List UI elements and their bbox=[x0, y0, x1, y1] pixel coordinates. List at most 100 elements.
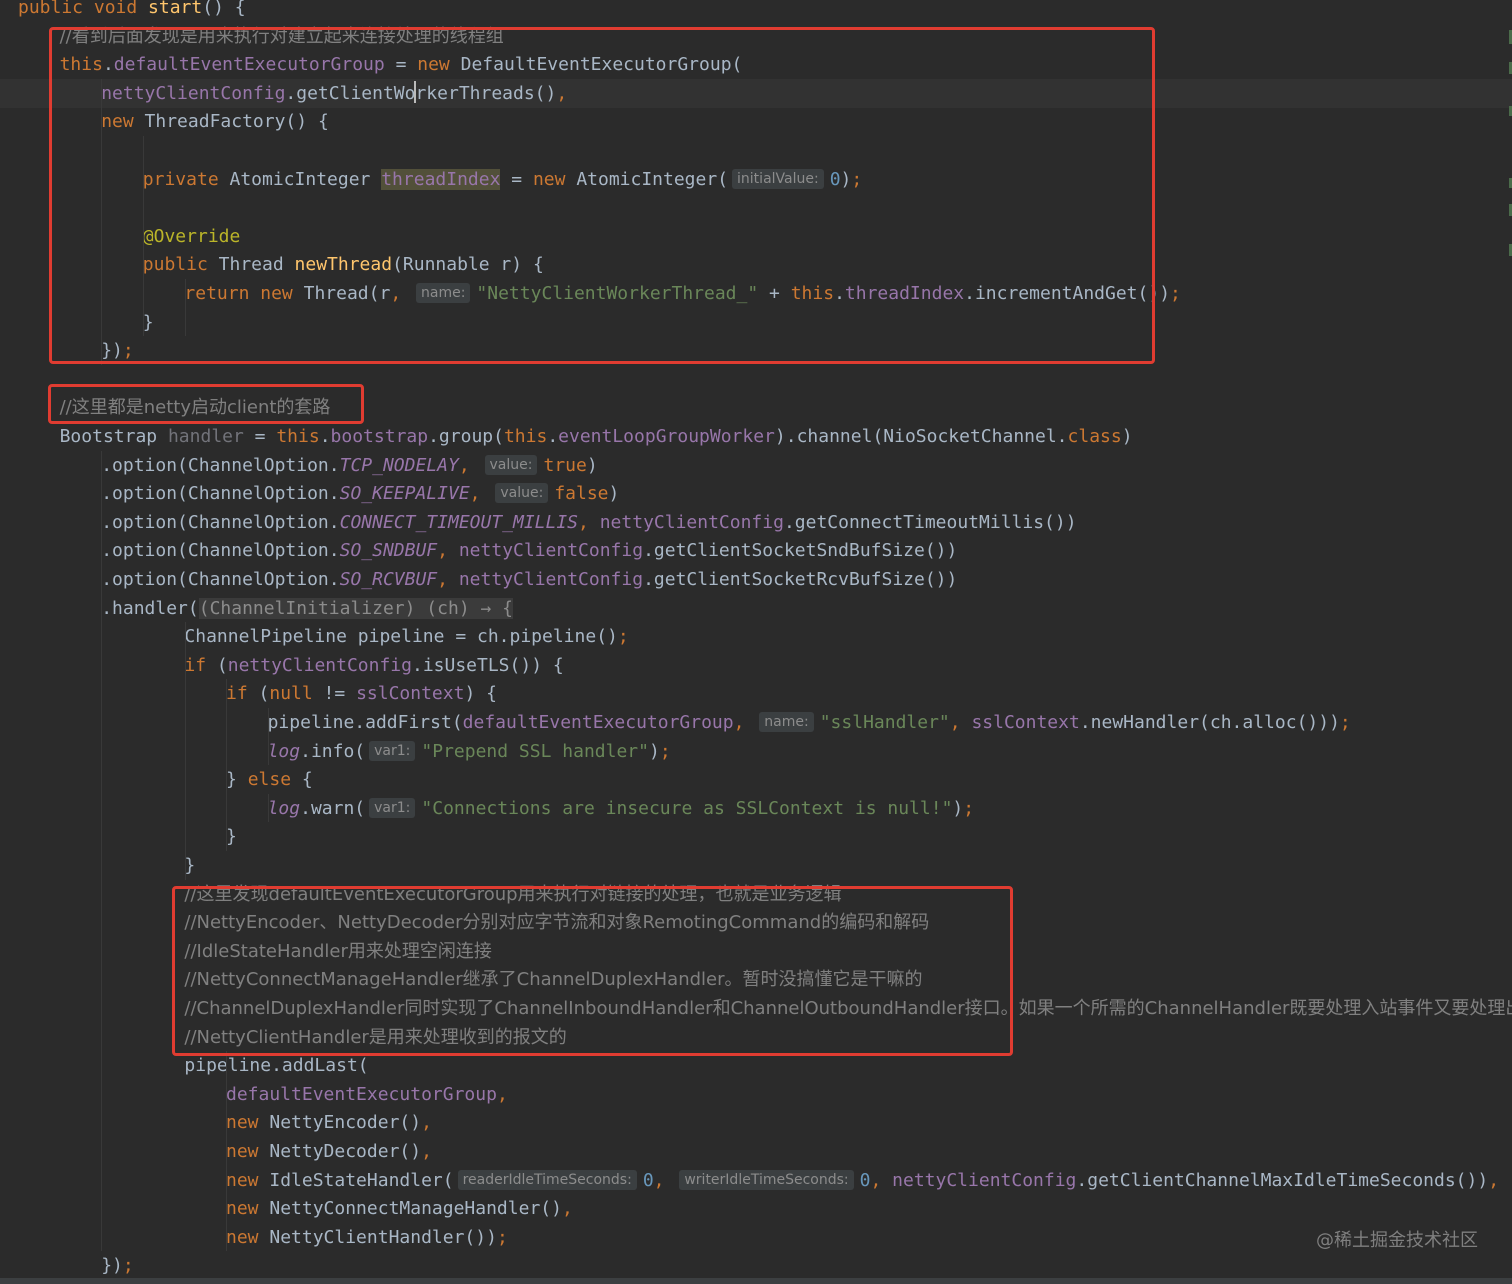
code-token: TCP_NODELAY bbox=[339, 454, 459, 476]
code-token: @Override bbox=[142, 225, 241, 247]
code-token: () { bbox=[202, 0, 246, 18]
code-token: .group( bbox=[428, 426, 504, 447]
parameter-hint: name: bbox=[416, 283, 471, 303]
code-token: .warn( bbox=[300, 797, 366, 819]
code-token: , bbox=[496, 1083, 508, 1105]
code-comment: //看到后面发现是用来执行对建立起来连接处理的线程组 bbox=[59, 25, 504, 47]
code-token: .option(ChannelOption. bbox=[101, 569, 340, 590]
parameter-hint: readerIdleTimeSeconds: bbox=[457, 1169, 637, 1190]
code-comment: //NettyEncoder、NettyDecoder分别对应字节流和对象Rem… bbox=[184, 912, 930, 934]
code-token: true bbox=[543, 454, 587, 476]
code-token: , bbox=[578, 511, 600, 533]
code-token: ( bbox=[216, 654, 228, 676]
code-token: CONNECT_TIMEOUT_MILLIS bbox=[339, 511, 579, 533]
code-token: nettyClientConfig bbox=[458, 540, 644, 562]
code-token: Thread bbox=[218, 254, 295, 276]
code-token: null bbox=[269, 683, 324, 705]
code-token: ) bbox=[586, 454, 598, 476]
code-token: } bbox=[142, 311, 154, 333]
code-token: . bbox=[834, 283, 845, 304]
code-token: ; bbox=[851, 168, 863, 190]
code-editor[interactable]: public void start() {//看到后面发现是用来执行对建立起来连… bbox=[0, 0, 1512, 1284]
code-token: ChannelPipeline pipeline = ch.pipeline() bbox=[184, 626, 618, 648]
indent-guide bbox=[268, 708, 269, 766]
code-token: ; bbox=[617, 626, 629, 648]
code-token: .isUseTLS()) { bbox=[411, 654, 564, 676]
parameter-hint: value: bbox=[484, 454, 538, 475]
code-token: . bbox=[102, 54, 114, 76]
code-token: .getClientSocketSndBufSize()) bbox=[643, 540, 958, 562]
code-token: nettyClientConfig bbox=[892, 1169, 1077, 1191]
code-token: .newHandler(ch.alloc())) bbox=[1079, 712, 1340, 733]
code-token: ) { bbox=[464, 683, 497, 705]
code-token: , bbox=[561, 1198, 573, 1220]
code-token: this bbox=[790, 283, 835, 304]
code-token: eventLoopGroupWorker bbox=[558, 426, 775, 447]
code-token: ; bbox=[496, 1226, 508, 1248]
code-token: . bbox=[547, 426, 559, 447]
code-token: = bbox=[243, 426, 277, 447]
code-token: NettyDecoder() bbox=[269, 1141, 422, 1162]
code-token: = bbox=[500, 168, 533, 190]
code-token: DefaultEventExecutorGroup( bbox=[460, 54, 743, 76]
code-token: nettyClientConfig bbox=[227, 654, 412, 676]
code-token: this bbox=[276, 426, 320, 447]
code-token: } bbox=[226, 826, 237, 848]
code-token: , bbox=[653, 1169, 676, 1191]
indent-guide bbox=[101, 450, 102, 1252]
code-token: defaultEventExecutorGroup bbox=[462, 712, 734, 733]
code-token: log bbox=[267, 797, 301, 819]
code-token: SO_RCVBUF bbox=[339, 569, 438, 590]
code-token: new bbox=[226, 1198, 270, 1220]
code-token: new bbox=[226, 1169, 270, 1191]
code-token: .getClientChannelMaxIdleTimeSeconds()) bbox=[1076, 1169, 1489, 1191]
code-token: "sslHandler" bbox=[819, 712, 950, 733]
code-token: class bbox=[1067, 426, 1122, 447]
code-token: public void bbox=[18, 0, 149, 18]
indent-guide bbox=[101, 78, 102, 365]
code-token: AtomicInteger( bbox=[576, 168, 729, 190]
code-token: , bbox=[390, 283, 412, 304]
code-token: ( bbox=[258, 683, 270, 705]
code-line[interactable]: nettyClientConfig.getClientWorkerThreads… bbox=[0, 78, 1512, 108]
code-token: nettyClientConfig bbox=[101, 82, 286, 104]
code-token: "NettyClientWorkerThread_" bbox=[476, 283, 759, 304]
code-comment: //NettyClientHandler是用来处理收到的报文的 bbox=[184, 1026, 567, 1048]
code-token: ; bbox=[122, 1255, 134, 1277]
code-token: SO_SNDBUF bbox=[339, 540, 438, 562]
code-comment: //这里发现defaultEventExecutorGroup用来执行对链接的处… bbox=[184, 883, 842, 905]
scrollbar-markers bbox=[1508, 0, 1512, 1284]
code-token: , bbox=[556, 82, 568, 104]
code-token: else bbox=[247, 769, 302, 791]
code-token: NettyEncoder() bbox=[269, 1112, 422, 1134]
code-token: this bbox=[59, 54, 103, 76]
code-token: }) bbox=[101, 340, 123, 362]
code-token: ; bbox=[122, 340, 134, 362]
code-token: sslContext bbox=[971, 712, 1080, 733]
code-token: }) bbox=[101, 1255, 123, 1277]
code-token: , bbox=[1488, 1169, 1500, 1191]
indent-guide bbox=[226, 1051, 227, 1252]
code-token: threadIndex bbox=[844, 283, 965, 304]
code-token: public bbox=[142, 254, 219, 276]
code-token: ThreadFactory() { bbox=[144, 111, 329, 133]
indent-guide bbox=[226, 679, 227, 851]
code-token: Bootstrap bbox=[59, 426, 168, 447]
code-token: .getClientWo bbox=[285, 82, 416, 104]
code-token: + bbox=[758, 283, 791, 304]
code-token: (Runnable r) { bbox=[392, 254, 544, 276]
code-comment: //NettyConnectManageHandler继承了ChannelDup… bbox=[184, 969, 923, 991]
parameter-hint: var1: bbox=[369, 797, 416, 818]
code-token: , bbox=[949, 712, 972, 733]
code-token: .handler( bbox=[101, 597, 199, 619]
code-token: = bbox=[384, 54, 418, 76]
code-token: this bbox=[503, 426, 548, 447]
code-token: ; bbox=[1170, 283, 1181, 304]
code-comment: //ChannelDuplexHandler同时实现了ChannelInboun… bbox=[184, 998, 1512, 1019]
parameter-hint: var1: bbox=[369, 740, 416, 761]
code-token: .info( bbox=[300, 740, 366, 762]
code-token: , bbox=[421, 1141, 432, 1162]
indent-guide bbox=[143, 136, 144, 337]
indent-guide bbox=[268, 793, 269, 823]
code-token: , bbox=[437, 569, 459, 590]
